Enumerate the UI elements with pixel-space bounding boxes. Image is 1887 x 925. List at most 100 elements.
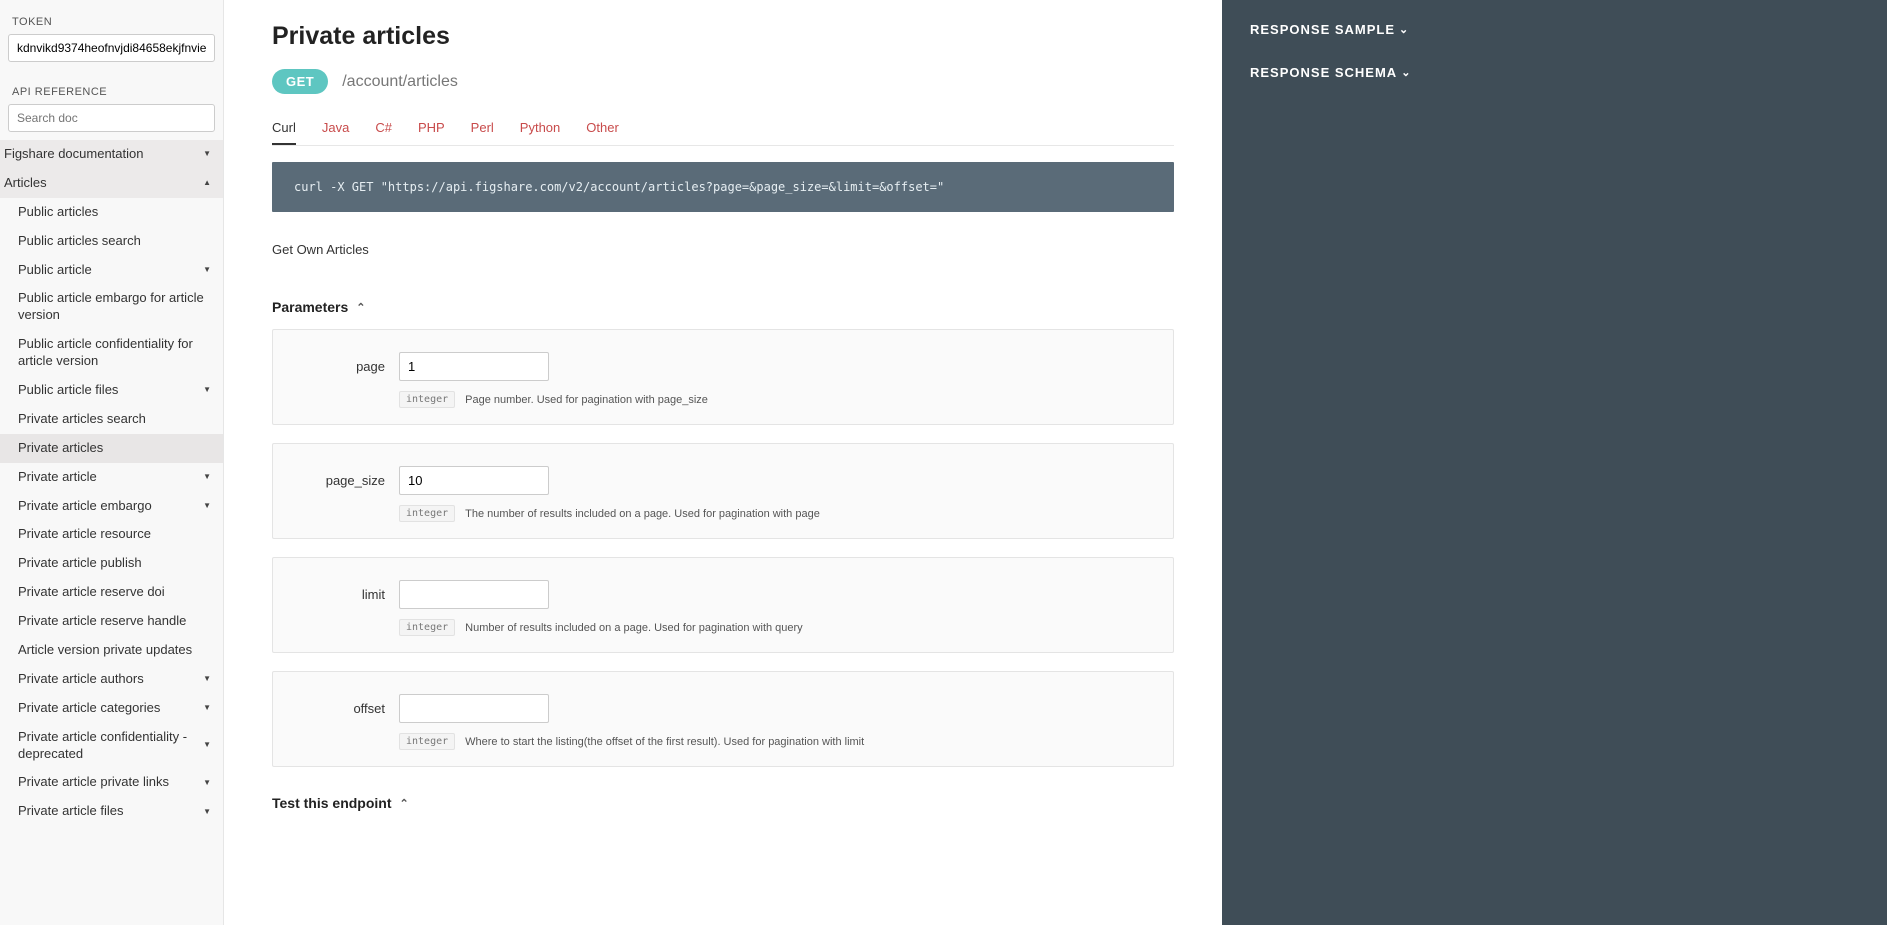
caret-down-icon: ▼ <box>201 265 213 275</box>
response-panel: RESPONSE SAMPLE ⌄ RESPONSE SCHEMA ⌄ <box>1222 0 1887 925</box>
sidebar-item-label: Private article private links <box>18 774 169 791</box>
parameter-card: pageintegerPage number. Used for paginat… <box>272 329 1174 425</box>
parameter-input[interactable] <box>399 466 549 495</box>
caret-down-icon: ▼ <box>201 501 213 511</box>
parameter-input[interactable] <box>399 694 549 723</box>
lang-tab[interactable]: PHP <box>418 114 445 145</box>
lang-tab[interactable]: Curl <box>272 114 296 145</box>
sidebar-item[interactable]: Public article files ▼ <box>0 376 223 405</box>
sidebar-item[interactable]: Public articles <box>0 198 223 227</box>
caret-down-icon: ▼ <box>201 807 213 817</box>
sidebar-item[interactable]: Public article confidentiality for artic… <box>0 330 223 376</box>
code-sample[interactable]: curl -X GET "https://api.figshare.com/v2… <box>272 162 1174 212</box>
sidebar-item-label: Figshare documentation <box>4 146 143 163</box>
sidebar-item[interactable]: Private article files ▼ <box>0 797 223 826</box>
sidebar-item-label: Public articles <box>18 204 98 221</box>
parameter-description: Where to start the listing(the offset of… <box>465 736 864 748</box>
caret-down-icon: ▼ <box>201 385 213 395</box>
sidebar-item-label: Private article categories <box>18 700 160 717</box>
sidebar-item-label: Private article confidentiality - deprec… <box>18 729 201 763</box>
sidebar-item-label: Articles <box>4 175 47 192</box>
sidebar-item[interactable]: Public article embargo for article versi… <box>0 284 223 330</box>
parameter-type-badge: integer <box>399 391 455 408</box>
caret-down-icon: ▼ <box>201 472 213 482</box>
caret-down-icon: ▼ <box>201 740 213 750</box>
caret-down-icon: ▼ <box>201 674 213 684</box>
sidebar-item[interactable]: Private article reserve handle <box>0 607 223 636</box>
lang-tab[interactable]: C# <box>375 114 392 145</box>
response-sample-heading[interactable]: RESPONSE SAMPLE ⌄ <box>1250 18 1859 61</box>
lang-tab[interactable]: Other <box>586 114 619 145</box>
sidebar-item-label: Private article publish <box>18 555 142 572</box>
sidebar-item-label: Public article files <box>18 382 118 399</box>
caret-down-icon: ▼ <box>201 149 213 159</box>
lang-tab[interactable]: Python <box>520 114 560 145</box>
parameter-card: offsetintegerWhere to start the listing(… <box>272 671 1174 767</box>
caret-down-icon: ▼ <box>201 778 213 788</box>
sidebar-item[interactable]: Figshare documentation ▼ <box>0 140 223 169</box>
sidebar-item[interactable]: Article version private updates <box>0 636 223 665</box>
http-method-badge: GET <box>272 69 328 94</box>
parameter-type-badge: integer <box>399 733 455 750</box>
sidebar-item[interactable]: Private article reserve doi <box>0 578 223 607</box>
chevron-down-icon: ⌄ <box>1399 23 1409 36</box>
sidebar-item-label: Public article <box>18 262 92 279</box>
sidebar-item-label: Private articles <box>18 440 103 457</box>
parameter-description: The number of results included on a page… <box>465 508 820 520</box>
sidebar-item[interactable]: Public articles search <box>0 227 223 256</box>
token-input[interactable] <box>8 34 215 62</box>
response-sample-label: RESPONSE SAMPLE <box>1250 22 1395 37</box>
lang-tab[interactable]: Java <box>322 114 349 145</box>
sidebar-tree: Figshare documentation ▼ Articles ▲ Public a… <box>0 140 223 826</box>
endpoint-path: /account/articles <box>342 73 458 91</box>
chevron-up-icon: ⌃ <box>356 301 365 314</box>
parameter-description: Number of results included on a page. Us… <box>465 622 803 634</box>
caret-down-icon: ▼ <box>201 703 213 713</box>
parameter-description: Page number. Used for pagination with pa… <box>465 394 708 406</box>
chevron-up-icon: ⌃ <box>400 797 409 810</box>
sidebar-item-label: Private article files <box>18 803 123 820</box>
parameter-type-badge: integer <box>399 505 455 522</box>
sidebar-item[interactable]: Private article resource <box>0 520 223 549</box>
parameters-heading-label: Parameters <box>272 299 348 315</box>
response-schema-heading[interactable]: RESPONSE SCHEMA ⌄ <box>1250 61 1859 104</box>
sidebar-item-label: Private article authors <box>18 671 144 688</box>
page-title: Private articles <box>272 22 1174 51</box>
sidebar-item-label: Private article resource <box>18 526 151 543</box>
sidebar-item[interactable]: Private article categories ▼ <box>0 694 223 723</box>
lang-tab[interactable]: Perl <box>471 114 494 145</box>
sidebar-item[interactable]: Private article ▼ <box>0 463 223 492</box>
sidebar-item[interactable]: Private article publish <box>0 549 223 578</box>
parameter-input[interactable] <box>399 352 549 381</box>
sidebar-item-label: Private article <box>18 469 97 486</box>
sidebar-item-label: Public article confidentiality for artic… <box>18 336 213 370</box>
sidebar: TOKEN API REFERENCE Figshare documentati… <box>0 0 224 925</box>
parameter-name: limit <box>297 587 385 602</box>
sidebar-item-label: Private article reserve doi <box>18 584 165 601</box>
parameter-input[interactable] <box>399 580 549 609</box>
sidebar-item[interactable]: Private articles search <box>0 405 223 434</box>
response-schema-label: RESPONSE SCHEMA <box>1250 65 1397 80</box>
parameters-list: pageintegerPage number. Used for paginat… <box>272 329 1174 767</box>
test-endpoint-heading[interactable]: Test this endpoint ⌃ <box>272 795 1174 811</box>
test-endpoint-label: Test this endpoint <box>272 795 392 811</box>
sidebar-item[interactable]: Articles ▲ <box>0 169 223 198</box>
sidebar-item[interactable]: Private article private links ▼ <box>0 768 223 797</box>
sidebar-item[interactable]: Private articles <box>0 434 223 463</box>
chevron-down-icon: ⌄ <box>1401 66 1411 79</box>
parameters-heading[interactable]: Parameters ⌃ <box>272 299 1174 315</box>
method-row: GET /account/articles <box>272 69 1174 94</box>
sidebar-item-label: Private article embargo <box>18 498 152 515</box>
sidebar-item[interactable]: Private article confidentiality - deprec… <box>0 723 223 769</box>
sidebar-item-label: Article version private updates <box>18 642 192 659</box>
caret-up-icon: ▲ <box>201 178 213 188</box>
sidebar-item-label: Private article reserve handle <box>18 613 186 630</box>
sidebar-item[interactable]: Private article embargo ▼ <box>0 492 223 521</box>
search-input[interactable] <box>8 104 215 132</box>
token-label: TOKEN <box>8 8 215 34</box>
language-tabs: Curl Java C# PHP Perl Python Other <box>272 114 1174 146</box>
sidebar-item-label: Public articles search <box>18 233 141 250</box>
sidebar-item[interactable]: Public article ▼ <box>0 256 223 285</box>
sidebar-item[interactable]: Private article authors ▼ <box>0 665 223 694</box>
sidebar-item-label: Private articles search <box>18 411 146 428</box>
